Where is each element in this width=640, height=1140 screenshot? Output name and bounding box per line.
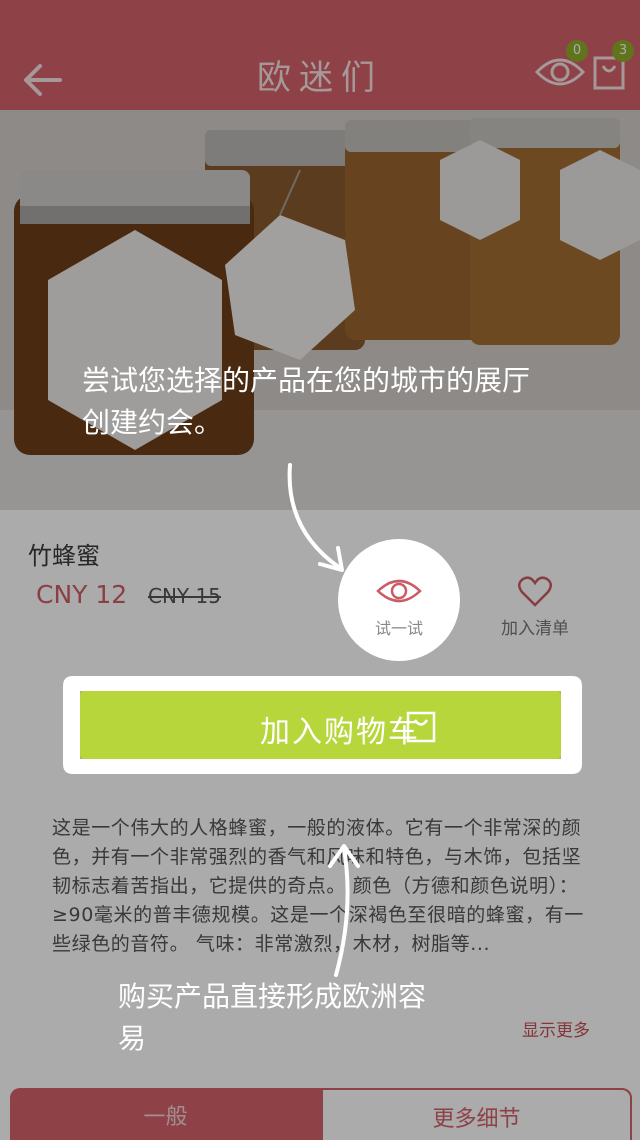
product-name: 竹蜂蜜 <box>28 542 100 570</box>
heart-icon[interactable] <box>518 576 552 608</box>
try-tip-arrow-icon <box>287 463 344 572</box>
try-label: 试一试 <box>374 619 423 638</box>
tab-general[interactable]: 一般 <box>10 1088 321 1140</box>
tab-more-details[interactable]: 更多细节 <box>321 1088 632 1140</box>
app-header: 欧迷们 0 3 <box>0 0 640 110</box>
shopping-bag-icon <box>406 711 436 743</box>
product-price: CNY 12 <box>36 580 128 609</box>
cart-count-badge: 3 <box>612 40 634 62</box>
product-old-price: CNY 15 <box>148 584 221 608</box>
wishlist-label[interactable]: 加入清单 <box>480 614 590 639</box>
add-to-cart-button-highlight[interactable]: 加入购物车 <box>80 691 561 759</box>
detail-tabs: 一般 更多细节 <box>10 1088 632 1140</box>
honey-jars-image <box>0 110 640 510</box>
cart-tip-text: 购买产品直接形成欧洲容易 <box>118 980 427 1055</box>
add-to-cart-label: 加入购物车 <box>260 715 420 750</box>
eye-count-badge: 0 <box>566 40 588 62</box>
try-tip-text: 尝试您选择的产品在您的城市的展厅创建约会。 <box>82 364 531 439</box>
eye-icon <box>376 579 422 603</box>
product-photo <box>0 110 640 510</box>
cart-tip-arrow-icon <box>328 844 360 977</box>
show-more-link[interactable]: 显示更多 <box>522 1016 590 1041</box>
